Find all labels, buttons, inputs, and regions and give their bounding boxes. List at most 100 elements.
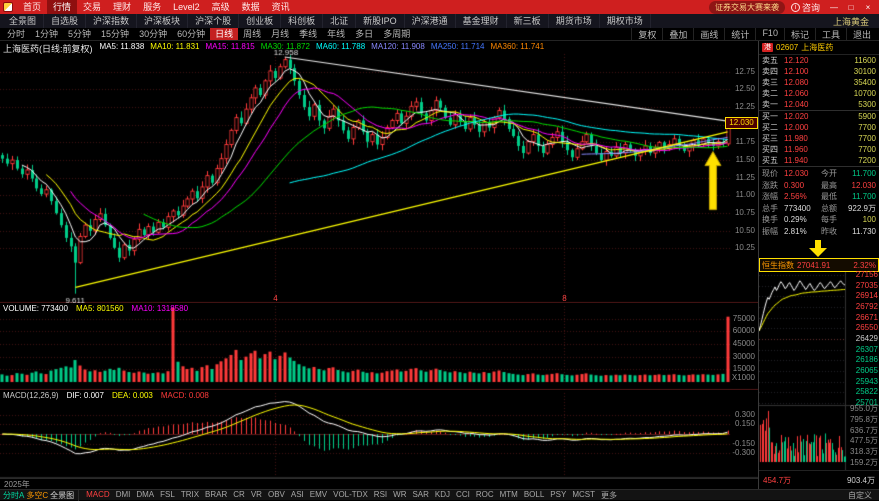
bid-price[interactable]: 12.020 [784,112,820,121]
market-menu-item[interactable]: 新股IPO [356,14,405,28]
ask-row[interactable]: 卖二 12.060 10700 [759,88,879,99]
period-item[interactable]: 周线 [238,28,266,40]
ask-price[interactable]: 12.100 [784,67,820,76]
indicator-item[interactable]: KDJ [432,490,453,501]
market-menu-item[interactable]: 沪深指数 [86,14,137,28]
indicator-item[interactable]: OBV [265,490,288,501]
bid-row[interactable]: 买三 11.980 7700 [759,133,879,144]
macd-canvas[interactable] [0,390,758,478]
ask-price[interactable]: 12.120 [784,56,820,65]
market-menu-item[interactable]: 期货市场 [549,14,600,28]
market-menu-item[interactable]: 基金理财 [456,14,507,28]
close-button[interactable]: × [860,1,876,14]
menu-item[interactable]: 交易 [77,0,107,14]
bid-price[interactable]: 11.960 [784,145,820,154]
indicator-item[interactable]: VR [248,490,265,501]
bid-row[interactable]: 买二 12.000 7700 [759,122,879,133]
period-item[interactable]: 多周期 [378,28,415,40]
market-menu-extra[interactable]: 上海黄金 [833,15,877,28]
market-menu-item[interactable]: 全景图 [2,14,44,28]
chart-tool-item[interactable]: 工具 [815,28,846,41]
chart-tool-item[interactable]: 复权 [631,28,662,41]
chart-tool-item[interactable]: 退出 [846,28,877,41]
indicator-item[interactable]: ROC [473,490,497,501]
menu-item[interactable]: 首页 [17,0,47,14]
market-menu-item[interactable]: 自选股 [44,14,86,28]
menu-item[interactable]: 资讯 [266,0,296,14]
maximize-button[interactable]: □ [843,1,859,14]
market-menu-item[interactable]: 科创板 [281,14,323,28]
chart-tool-item[interactable]: 画线 [693,28,724,41]
period-item[interactable]: 5分钟 [63,28,96,40]
indicator-item[interactable]: CCI [453,490,473,501]
bid-price[interactable]: 12.000 [784,123,820,132]
indicator-item[interactable]: TRIX [178,490,202,501]
period-item[interactable]: 季线 [294,28,322,40]
indicator-item[interactable]: FSL [157,490,178,501]
indicator-item[interactable]: BOLL [521,490,547,501]
bid-price[interactable]: 11.940 [784,156,820,165]
indicator-item[interactable]: CR [230,490,248,501]
menu-item[interactable]: 数据 [236,0,266,14]
consult-button[interactable]: i 咨询 [791,1,820,14]
market-menu-item[interactable]: 期权市场 [600,14,651,28]
ask-row[interactable]: 卖四 12.100 30100 [759,66,879,77]
indicator-item[interactable]: BRAR [202,490,230,501]
indicator-item[interactable]: EMV [307,490,330,501]
market-menu-item[interactable]: 创业板 [239,14,281,28]
chart-tool-item[interactable]: 叠加 [662,28,693,41]
market-menu-item[interactable]: 北证 [323,14,356,28]
indicator-item[interactable]: DMA [133,490,157,501]
bottom-tab[interactable]: 分时A [3,490,24,501]
ask-price[interactable]: 12.080 [784,78,820,87]
market-menu-item[interactable]: 沪深港通 [405,14,456,28]
promo-banner[interactable]: 证券交易大赛来袭 [709,1,785,14]
indicator-item[interactable]: WR [390,490,409,501]
period-item[interactable]: 月线 [266,28,294,40]
volume-canvas[interactable] [0,303,758,390]
market-menu-item[interactable]: 沪深个股 [188,14,239,28]
menu-item[interactable]: 服务 [137,0,167,14]
ask-row[interactable]: 卖一 12.040 5300 [759,99,879,110]
period-item[interactable]: 15分钟 [96,28,134,40]
period-item[interactable]: 1分钟 [30,28,63,40]
bottom-tab[interactable]: 多空C [26,490,48,501]
candlestick-canvas[interactable] [0,41,758,303]
indicator-item[interactable]: MCST [569,490,598,501]
period-item[interactable]: 30分钟 [134,28,172,40]
indicator-item[interactable]: SAR [409,490,431,501]
ask-row[interactable]: 卖五 12.120 11600 [759,55,879,66]
period-item[interactable]: 年线 [322,28,350,40]
menu-item[interactable]: 高级 [206,0,236,14]
bid-row[interactable]: 买一 12.020 5900 [759,111,879,122]
market-menu-item[interactable]: 沪深板块 [137,14,188,28]
indicator-item[interactable]: PSY [547,490,569,501]
chart-tool-item[interactable]: 标记 [784,28,815,41]
menu-item[interactable]: 行情 [47,0,77,14]
menu-item[interactable]: 理财 [107,0,137,14]
indicator-item[interactable]: MACD [83,490,113,501]
ask-price[interactable]: 12.060 [784,89,820,98]
indicator-item[interactable]: VOL-TDX [330,490,371,501]
bottom-tab[interactable]: 全景图 [50,490,74,501]
period-item[interactable]: 多日 [350,28,378,40]
indicator-item[interactable]: RSI [371,490,390,501]
bid-row[interactable]: 买五 11.940 7200 [759,155,879,166]
period-item[interactable]: 日线 [210,28,238,40]
bottom-right-item[interactable]: 自定义 [848,490,872,501]
indicator-item[interactable]: DMI [113,490,134,501]
indicator-item[interactable]: 更多 [598,490,620,501]
menu-item[interactable]: Level2 [167,0,206,14]
bid-price[interactable]: 11.980 [784,134,820,143]
market-menu-item[interactable]: 新三板 [507,14,549,28]
period-item[interactable]: 分时 [2,28,30,40]
bid-row[interactable]: 买四 11.960 7700 [759,144,879,155]
quote-header[interactable]: 港 02607 上海医药 [759,41,879,55]
minimize-button[interactable]: — [826,1,842,14]
chart-tool-item[interactable]: 统计 [724,28,755,41]
period-item[interactable]: 60分钟 [172,28,210,40]
chart-tool-item[interactable]: F10 [755,28,784,41]
indicator-item[interactable]: ASI [288,490,307,501]
indicator-item[interactable]: MTM [497,490,521,501]
ask-price[interactable]: 12.040 [784,100,820,109]
